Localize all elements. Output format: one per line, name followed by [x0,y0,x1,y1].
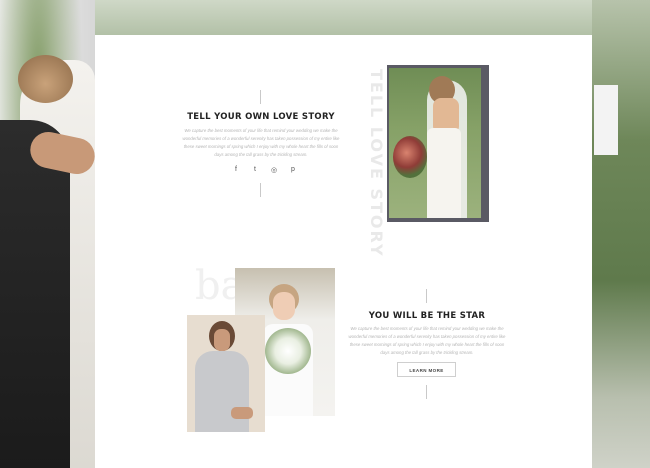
divider-top [260,90,261,104]
learn-more-button[interactable]: LEARN MORE [397,362,456,377]
section2-body: We capture the best moments of your life… [348,326,506,355]
bride-with-bouquet-photo [389,68,481,218]
face [214,329,230,351]
twitter-icon[interactable]: t [251,166,259,174]
grey-suit [195,351,249,432]
background-couple-photo [0,0,99,468]
wedding-dress [427,128,461,218]
background-garden [592,0,650,468]
divider-bottom [260,183,261,197]
pinterest-icon[interactable]: p [289,166,297,174]
divider-top [426,289,427,303]
content-card: TELL YOUR OWN LOVE STORY We capture the … [95,35,592,468]
divider-bottom [426,385,427,399]
groom-portrait-photo [187,315,265,432]
vertical-love-story-text: TELL LOVE STORY [367,69,386,258]
background-birdhouse [594,85,618,155]
face [273,292,295,320]
section2-title: YOU WILL BE THE STAR [368,311,486,321]
bride-hair [18,55,73,103]
hands [231,407,253,419]
facebook-icon[interactable]: f [232,166,240,174]
groom-suit [0,120,70,468]
section1-title: TELL YOUR OWN LOVE STORY [187,112,335,122]
white-bouquet [265,328,311,374]
bouquet [393,136,427,178]
instagram-icon[interactable]: ◎ [270,166,278,174]
social-links: f t ◎ p [232,166,297,174]
section1-body: We capture the best moments of your life… [182,128,340,157]
